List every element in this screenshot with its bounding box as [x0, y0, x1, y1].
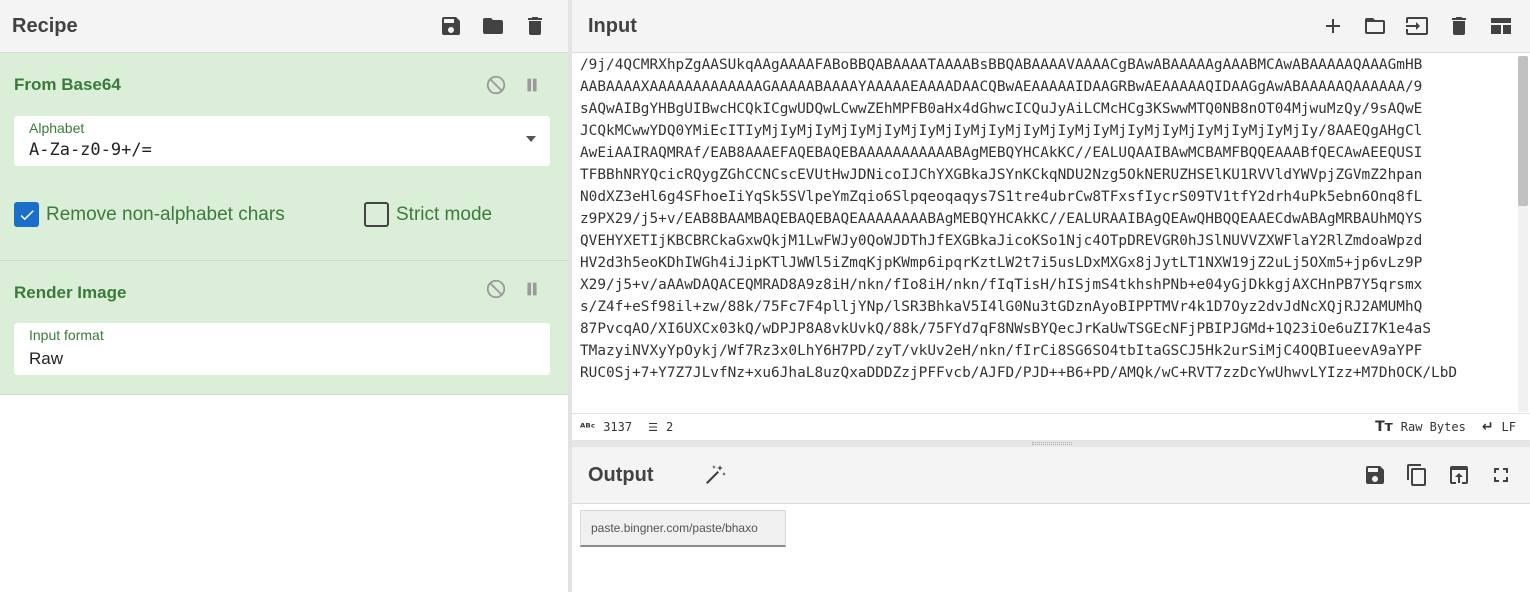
fullscreen-icon — [1494, 468, 1508, 482]
chevron-down-icon[interactable] — [526, 136, 536, 142]
lines-icon: ☰ — [648, 420, 658, 434]
input-icon — [1406, 17, 1428, 35]
copy-icon — [1407, 464, 1426, 486]
text-encoding-icon: Tт — [1375, 419, 1393, 435]
clear-recipe-button[interactable] — [514, 5, 556, 47]
strict-mode-label: Strict mode — [396, 203, 493, 225]
alphabet-label: Alphabet — [29, 120, 85, 136]
input-text-line: sAQwAIBgYHBgUIBwcHCQkICgwUDQwLCwwZEhMPFB… — [580, 101, 1423, 117]
open-in-input-icon — [1450, 466, 1468, 484]
disable-icon — [486, 75, 506, 95]
length-stat: ᴬᴮᶜ 3137 — [580, 420, 632, 434]
encoding-value: Raw Bytes — [1400, 420, 1466, 434]
disable-operation-button[interactable] — [484, 73, 508, 97]
maximise-output-button[interactable] — [1480, 454, 1522, 496]
disable-operation-button[interactable] — [484, 277, 508, 301]
input-header: Input — [572, 0, 1530, 53]
input-text-line: AwEiAAIRAQMRAf/EAB8AAAEFAQEBAQEBAAAAAAAA… — [580, 145, 1423, 161]
pause-icon — [527, 78, 537, 92]
trash-icon — [528, 17, 542, 35]
input-text-line: 87PvcqAO/XI6UXCx03kQ/wDPJP8A8vkUvkQ/88k/… — [580, 321, 1432, 337]
alphabet-field[interactable]: Alphabet A-Za-z0-9+/= — [14, 116, 550, 166]
plus-icon — [1326, 19, 1340, 33]
input-textarea[interactable]: /9j/4QCMRXhpZgAASUkqAAgAAAAFABoBBQABAAAA… — [572, 54, 1518, 412]
disable-icon — [486, 279, 506, 299]
add-tab-button[interactable] — [1312, 5, 1354, 47]
save-output-button[interactable] — [1354, 454, 1396, 496]
input-text-line: JCQkMCwwYDQ0YMiEcITIyMjIyMjIyMjIyMjIyMjI… — [580, 123, 1423, 139]
input-text-line: s/Z4f+eSf98il+zw/88k/75Fc7F4plljYNp/lSR3… — [580, 299, 1423, 315]
magic-button[interactable] — [694, 454, 736, 496]
encoding-selector[interactable]: Tт Raw Bytes — [1375, 419, 1466, 435]
input-text-line: N0dXZ3eHl6g4SFhoeIiYqSk5SVlpeYmZqio6Slpq… — [580, 189, 1423, 205]
output-header: Output — [572, 447, 1530, 504]
recipe-pane: Recipe From Base64 Alphabet A-Za-z0-9+/=… — [0, 0, 568, 592]
input-text-line: TFBBhNRYQcicRQygZGhCCNCscEVUtHwJDNicoIJC… — [580, 167, 1423, 183]
return-arrow-icon: ↵ — [1481, 419, 1494, 435]
save-icon — [442, 17, 460, 35]
app-root: Recipe From Base64 Alphabet A-Za-z0-9+/=… — [0, 0, 1530, 592]
open-folder-button[interactable] — [1354, 5, 1396, 47]
operation-from-base64[interactable]: From Base64 Alphabet A-Za-z0-9+/= Remove… — [0, 53, 568, 261]
operation-render-image[interactable]: Render Image Input format Raw — [0, 261, 568, 395]
pause-operation-button[interactable] — [520, 277, 544, 301]
abc-icon: ᴬᴮᶜ — [580, 420, 596, 434]
recipe-header: Recipe — [0, 0, 568, 53]
output-pane: Output paste.bingner.com/paste/bhaxo — [572, 447, 1530, 592]
input-scrollbar[interactable] — [1518, 56, 1528, 412]
input-title: Input — [588, 14, 637, 37]
input-text-line: RUC0Sj+7+Y7Z7JLvfNz+xu6JhaL8uzQxaDDDZzjP… — [580, 365, 1458, 381]
copy-output-button[interactable] — [1396, 454, 1438, 496]
remove-nonalpha-checkbox[interactable]: Remove non-alphabet chars — [14, 202, 285, 227]
replace-input-button[interactable] — [1438, 454, 1480, 496]
open-file-button[interactable] — [1396, 5, 1438, 47]
input-text-line: TMazyiNVXyYpOykj/Wf7Rz3x0LhY6H7PD/zyT/vk… — [580, 343, 1423, 359]
rendered-image-text: paste.bingner.com/paste/bhaxo — [591, 521, 758, 535]
load-recipe-button[interactable] — [472, 5, 514, 47]
save-recipe-button[interactable] — [430, 5, 472, 47]
trash-icon — [1452, 17, 1466, 35]
input-pane: Input /9j/4QCMRXhpZgAASUkqAAgAAAAFABoBBQ… — [572, 0, 1530, 440]
splitter-grip-icon — [1032, 442, 1072, 445]
operation-title: From Base64 — [14, 75, 121, 94]
input-format-field[interactable]: Input format Raw — [14, 323, 550, 375]
input-status-bar: ᴬᴮᶜ 3137 ☰ 2 Tт Raw Bytes ↵ LF — [572, 413, 1530, 440]
lines-stat: ☰ 2 — [648, 420, 673, 434]
input-text-line: AABAAAAXAAAAAAAAAAAAAGAAAAABAAAAYAAAAAEA… — [580, 79, 1423, 95]
remove-nonalpha-label: Remove non-alphabet chars — [46, 203, 285, 225]
pause-icon — [527, 282, 537, 296]
magic-wand-icon — [705, 465, 726, 484]
input-text-line: HV2d3h5eoKDhIWGh4iJipKTlJWWl5iZmqKjpKWmp… — [580, 255, 1423, 271]
io-splitter[interactable] — [572, 440, 1530, 447]
input-text-line: QVEHYXETIjKBCBRCkaGxwQkjM1LwFWJy0QoWJDTh… — [580, 233, 1423, 249]
input-format-label: Input format — [29, 327, 104, 343]
input-text-line: /9j/4QCMRXhpZgAASUkqAAgAAAAFABoBBQABAAAA… — [580, 57, 1423, 73]
eol-value: LF — [1501, 420, 1516, 434]
checkbox-checked-icon — [14, 202, 39, 227]
scroll-thumb[interactable] — [1518, 56, 1528, 206]
input-text-line: z9PX29/j5+v/EAB8BAAMBAQEBAQEBAQEAAAAAAAA… — [580, 211, 1423, 227]
alphabet-value: A-Za-z0-9+/= — [29, 140, 152, 160]
input-text-line: X29/j5+v/aAAwDAQACEQMRAD8A9z8iH/nkn/fIo8… — [580, 277, 1423, 293]
folder-icon — [483, 18, 503, 34]
output-title: Output — [588, 463, 654, 486]
folder-outline-icon — [1365, 18, 1385, 34]
checkbox-unchecked-icon — [364, 202, 389, 227]
length-value: 3137 — [603, 420, 633, 434]
operation-title: Render Image — [14, 283, 127, 302]
save-icon — [1366, 466, 1384, 484]
rendered-image: paste.bingner.com/paste/bhaxo — [580, 510, 786, 547]
recipe-title: Recipe — [12, 14, 78, 37]
input-format-value: Raw — [29, 349, 64, 368]
clear-input-button[interactable] — [1438, 5, 1480, 47]
layout-icon — [1491, 18, 1511, 34]
reset-layout-button[interactable] — [1480, 5, 1522, 47]
lines-value: 2 — [665, 420, 674, 434]
strict-mode-checkbox[interactable]: Strict mode — [364, 202, 492, 227]
eol-selector[interactable]: ↵ LF — [1482, 419, 1516, 435]
pause-operation-button[interactable] — [520, 73, 544, 97]
